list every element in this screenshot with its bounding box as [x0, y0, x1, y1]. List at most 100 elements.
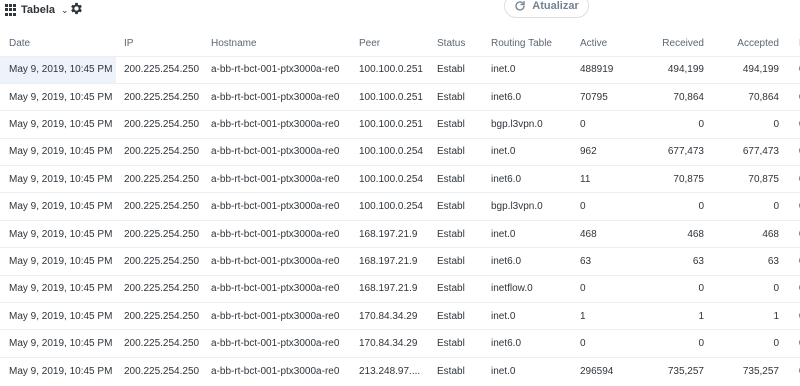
table-row[interactable]: May 9, 2019, 10:45 PM 200.225.254.250 a-bb… — [0, 55, 800, 84]
cell-active: 63 — [574, 247, 637, 276]
cell-date: May 9, 2019, 10:45 PM — [0, 165, 116, 193]
cell-dur: 0 — [783, 110, 800, 139]
cell-ip: 200.225.254.250 — [116, 356, 207, 385]
cell-received: 494,199 — [637, 55, 708, 84]
table-row[interactable]: May 9, 2019, 10:45 PM 200.225.254.250 a-bb… — [0, 192, 800, 221]
refresh-icon — [515, 0, 525, 11]
cell-ip: 200.225.254.250 — [116, 192, 207, 221]
column-header-received[interactable]: Received — [637, 32, 708, 56]
cell-received: 677,473 — [637, 137, 708, 166]
cell-accepted: 494,199 — [708, 55, 783, 84]
cell-accepted: 0 — [708, 192, 783, 221]
column-header-ip[interactable]: IP — [116, 32, 207, 56]
cell-accepted: 0 — [708, 274, 783, 303]
gear-icon[interactable] — [69, 1, 84, 16]
table-row[interactable]: May 9, 2019, 10:45 PM 200.225.254.250 a-bb… — [0, 302, 800, 330]
cell-status: Establ — [433, 274, 487, 303]
cell-active: 70795 — [574, 82, 637, 111]
cell-received: 70,875 — [637, 165, 708, 193]
cell-date: May 9, 2019, 10:45 PM — [0, 55, 116, 84]
column-header-routing-table[interactable]: Routing Table — [487, 32, 574, 56]
cell-ip: 200.225.254.250 — [116, 302, 207, 330]
column-header-peer[interactable]: Peer — [355, 32, 433, 56]
cell-received: 0 — [637, 274, 708, 303]
column-header-hostname[interactable]: Hostname — [207, 32, 355, 56]
cell-routing-table: inet.0 — [487, 356, 574, 385]
column-header-date[interactable]: Date — [0, 32, 116, 56]
cell-received: 735,257 — [637, 356, 708, 385]
refresh-button[interactable]: Atualizar — [504, 0, 589, 18]
view-switcher[interactable]: Tabela ⌄ — [5, 2, 69, 18]
cell-active: 0 — [574, 329, 637, 358]
cell-hostname: a-bb-rt-bct-001-ptx3000a-re0 — [207, 192, 355, 221]
cell-ip: 200.225.254.250 — [116, 137, 207, 166]
refresh-label: Atualizar — [532, 0, 579, 12]
cell-status: Establ — [433, 137, 487, 166]
cell-date: May 9, 2019, 10:45 PM — [0, 329, 116, 358]
cell-accepted: 70,864 — [708, 82, 783, 111]
table-row[interactable]: May 9, 2019, 10:45 PM 200.225.254.250 a-bb… — [0, 165, 800, 193]
cell-peer: 100.100.0.254 — [355, 165, 433, 193]
cell-active: 468 — [574, 219, 637, 248]
cell-date: May 9, 2019, 10:45 PM — [0, 247, 116, 276]
cell-dur: 0 — [783, 192, 800, 221]
cell-peer: 213.248.97.... — [355, 356, 433, 385]
cell-status: Establ — [433, 247, 487, 276]
table-row[interactable]: May 9, 2019, 10:45 PM 200.225.254.250 a-bb… — [0, 274, 800, 303]
cell-peer: 100.100.0.254 — [355, 192, 433, 221]
table-row[interactable]: May 9, 2019, 10:45 PM 200.225.254.250 a-bb… — [0, 219, 800, 248]
cell-hostname: a-bb-rt-bct-001-ptx3000a-re0 — [207, 55, 355, 84]
cell-dur: 0 — [783, 329, 800, 358]
column-header-accepted[interactable]: Accepted — [708, 32, 783, 56]
view-label: Tabela — [21, 4, 56, 16]
cell-dur: 0 — [783, 274, 800, 303]
cell-hostname: a-bb-rt-bct-001-ptx3000a-re0 — [207, 356, 355, 385]
table-row[interactable]: May 9, 2019, 10:45 PM 200.225.254.250 a-bb… — [0, 329, 800, 358]
cell-received: 70,864 — [637, 82, 708, 111]
cell-hostname: a-bb-rt-bct-001-ptx3000a-re0 — [207, 165, 355, 193]
table-row[interactable]: May 9, 2019, 10:45 PM 200.225.254.250 a-bb… — [0, 137, 800, 166]
cell-active: 962 — [574, 137, 637, 166]
cell-peer: 100.100.0.254 — [355, 137, 433, 166]
cell-routing-table: inet.0 — [487, 219, 574, 248]
cell-peer: 100.100.0.251 — [355, 110, 433, 139]
data-table: Date IP Hostname Peer Status Routing Tab… — [0, 32, 800, 385]
table-row[interactable]: May 9, 2019, 10:45 PM 200.225.254.250 a-bb… — [0, 110, 800, 139]
cell-peer: 100.100.0.251 — [355, 82, 433, 111]
cell-status: Establ — [433, 110, 487, 139]
cell-status: Establ — [433, 356, 487, 385]
cell-date: May 9, 2019, 10:45 PM — [0, 356, 116, 385]
cell-active: 0 — [574, 274, 637, 303]
cell-dur: 0 — [783, 219, 800, 248]
cell-dur: 0 — [783, 55, 800, 84]
cell-hostname: a-bb-rt-bct-001-ptx3000a-re0 — [207, 247, 355, 276]
cell-accepted: 0 — [708, 329, 783, 358]
cell-routing-table: inet6.0 — [487, 247, 574, 276]
cell-dur: 0 — [783, 247, 800, 276]
cell-received: 0 — [637, 192, 708, 221]
cell-ip: 200.225.254.250 — [116, 274, 207, 303]
cell-dur: 0 — [783, 137, 800, 166]
column-header-dur[interactable]: Dur — [783, 32, 800, 56]
data-table-container[interactable]: Date IP Hostname Peer Status Routing Tab… — [0, 32, 800, 386]
cell-dur: 0 — [783, 82, 800, 111]
cell-ip: 200.225.254.250 — [116, 55, 207, 84]
cell-status: Establ — [433, 302, 487, 330]
column-header-active[interactable]: Active — [574, 32, 637, 56]
cell-status: Establ — [433, 192, 487, 221]
table-row[interactable]: May 9, 2019, 10:45 PM 200.225.254.250 a-bb… — [0, 356, 800, 385]
cell-ip: 200.225.254.250 — [116, 82, 207, 111]
cell-date: May 9, 2019, 10:45 PM — [0, 192, 116, 221]
cell-hostname: a-bb-rt-bct-001-ptx3000a-re0 — [207, 329, 355, 358]
table-row[interactable]: May 9, 2019, 10:45 PM 200.225.254.250 a-bb… — [0, 247, 800, 276]
table-row[interactable]: May 9, 2019, 10:45 PM 200.225.254.250 a-bb… — [0, 82, 800, 111]
cell-accepted: 677,473 — [708, 137, 783, 166]
column-header-status[interactable]: Status — [433, 32, 487, 56]
cell-date: May 9, 2019, 10:45 PM — [0, 82, 116, 111]
cell-date: May 9, 2019, 10:45 PM — [0, 274, 116, 303]
cell-routing-table: inet6.0 — [487, 82, 574, 111]
cell-ip: 200.225.254.250 — [116, 110, 207, 139]
toolbar: Tabela ⌄ Atualizar — [0, 0, 800, 32]
cell-routing-table: bgp.l3vpn.0 — [487, 192, 574, 221]
cell-active: 488919 — [574, 55, 637, 84]
